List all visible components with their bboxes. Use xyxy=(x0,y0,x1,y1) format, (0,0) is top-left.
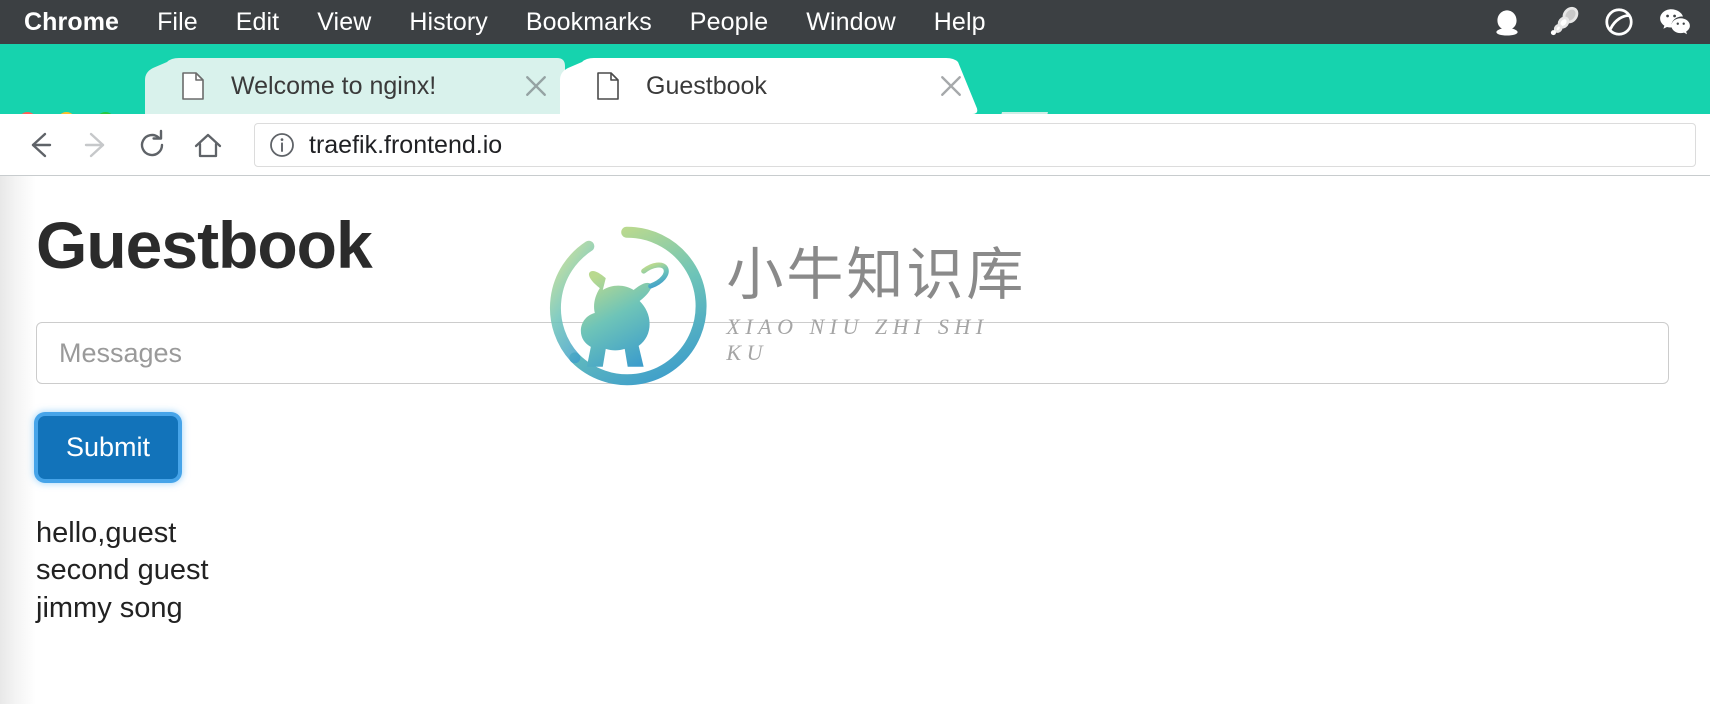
menu-item-window[interactable]: Window xyxy=(787,0,915,44)
close-icon[interactable] xyxy=(521,71,551,101)
browser-toolbar: traefik.frontend.io xyxy=(0,114,1710,176)
window-close-button[interactable] xyxy=(18,112,37,114)
menu-item-view[interactable]: View xyxy=(298,0,390,44)
browser-tab-active[interactable]: Guestbook xyxy=(560,58,980,114)
document-icon xyxy=(182,72,204,100)
page-left-edge-shadow xyxy=(0,176,36,704)
tab-inner: Welcome to nginx! xyxy=(181,71,551,101)
guestbook-app: Guestbook Submit hello,guest second gues… xyxy=(36,176,1710,627)
os-menu-items: Chrome File Edit View History Bookmarks … xyxy=(18,0,1005,44)
tab-title: Welcome to nginx! xyxy=(231,71,437,100)
close-icon[interactable] xyxy=(936,71,966,101)
back-arrow-icon xyxy=(31,132,52,158)
wechat-icon[interactable] xyxy=(1658,5,1692,39)
window-maximize-button[interactable] xyxy=(96,112,115,114)
menu-item-bookmarks[interactable]: Bookmarks xyxy=(507,0,671,44)
address-bar-url: traefik.frontend.io xyxy=(309,130,503,159)
os-menu-bar: Chrome File Edit View History Bookmarks … xyxy=(0,0,1710,44)
message-list: hello,guest second guest jimmy song xyxy=(36,515,1710,626)
menu-item-edit[interactable]: Edit xyxy=(217,0,298,44)
bowl-icon[interactable] xyxy=(1490,5,1524,39)
window-minimize-button[interactable] xyxy=(57,112,76,114)
forward-arrow-icon xyxy=(84,132,105,158)
menu-item-chrome[interactable]: Chrome xyxy=(18,0,138,44)
home-button[interactable] xyxy=(180,117,236,173)
menu-item-help[interactable]: Help xyxy=(915,0,1005,44)
browser-tab-inactive[interactable]: Welcome to nginx! xyxy=(145,58,565,114)
menu-item-history[interactable]: History xyxy=(390,0,506,44)
list-item: second guest xyxy=(36,554,209,587)
signal-icon[interactable] xyxy=(1546,5,1580,39)
reload-button[interactable] xyxy=(124,117,180,173)
forward-button[interactable] xyxy=(68,117,124,173)
address-bar[interactable]: traefik.frontend.io xyxy=(254,123,1696,167)
list-item: hello,guest xyxy=(36,517,177,550)
browser-tab-strip: Welcome to nginx! Guestbook xyxy=(0,44,1710,114)
os-status-icons xyxy=(1490,5,1710,39)
menu-item-file[interactable]: File xyxy=(138,0,217,44)
tab-title: Guestbook xyxy=(646,71,767,100)
list-item: jimmy song xyxy=(36,591,183,624)
new-tab-button[interactable] xyxy=(990,106,1052,114)
window-traffic-lights xyxy=(18,112,115,114)
info-circle-icon[interactable] xyxy=(269,132,295,158)
document-icon xyxy=(597,72,619,100)
back-button[interactable] xyxy=(12,117,68,173)
tab-inner: Guestbook xyxy=(596,71,966,101)
message-input[interactable] xyxy=(36,322,1669,385)
home-icon xyxy=(194,133,222,158)
web-page-viewport: 小牛知识库 XIAO NIU ZHI SHI KU Guestbook Subm… xyxy=(0,176,1710,704)
submit-button[interactable]: Submit xyxy=(38,416,179,480)
circle-slash-icon[interactable] xyxy=(1602,5,1636,39)
menu-item-people[interactable]: People xyxy=(671,0,787,44)
reload-icon xyxy=(140,129,164,157)
page-title: Guestbook xyxy=(36,208,373,282)
